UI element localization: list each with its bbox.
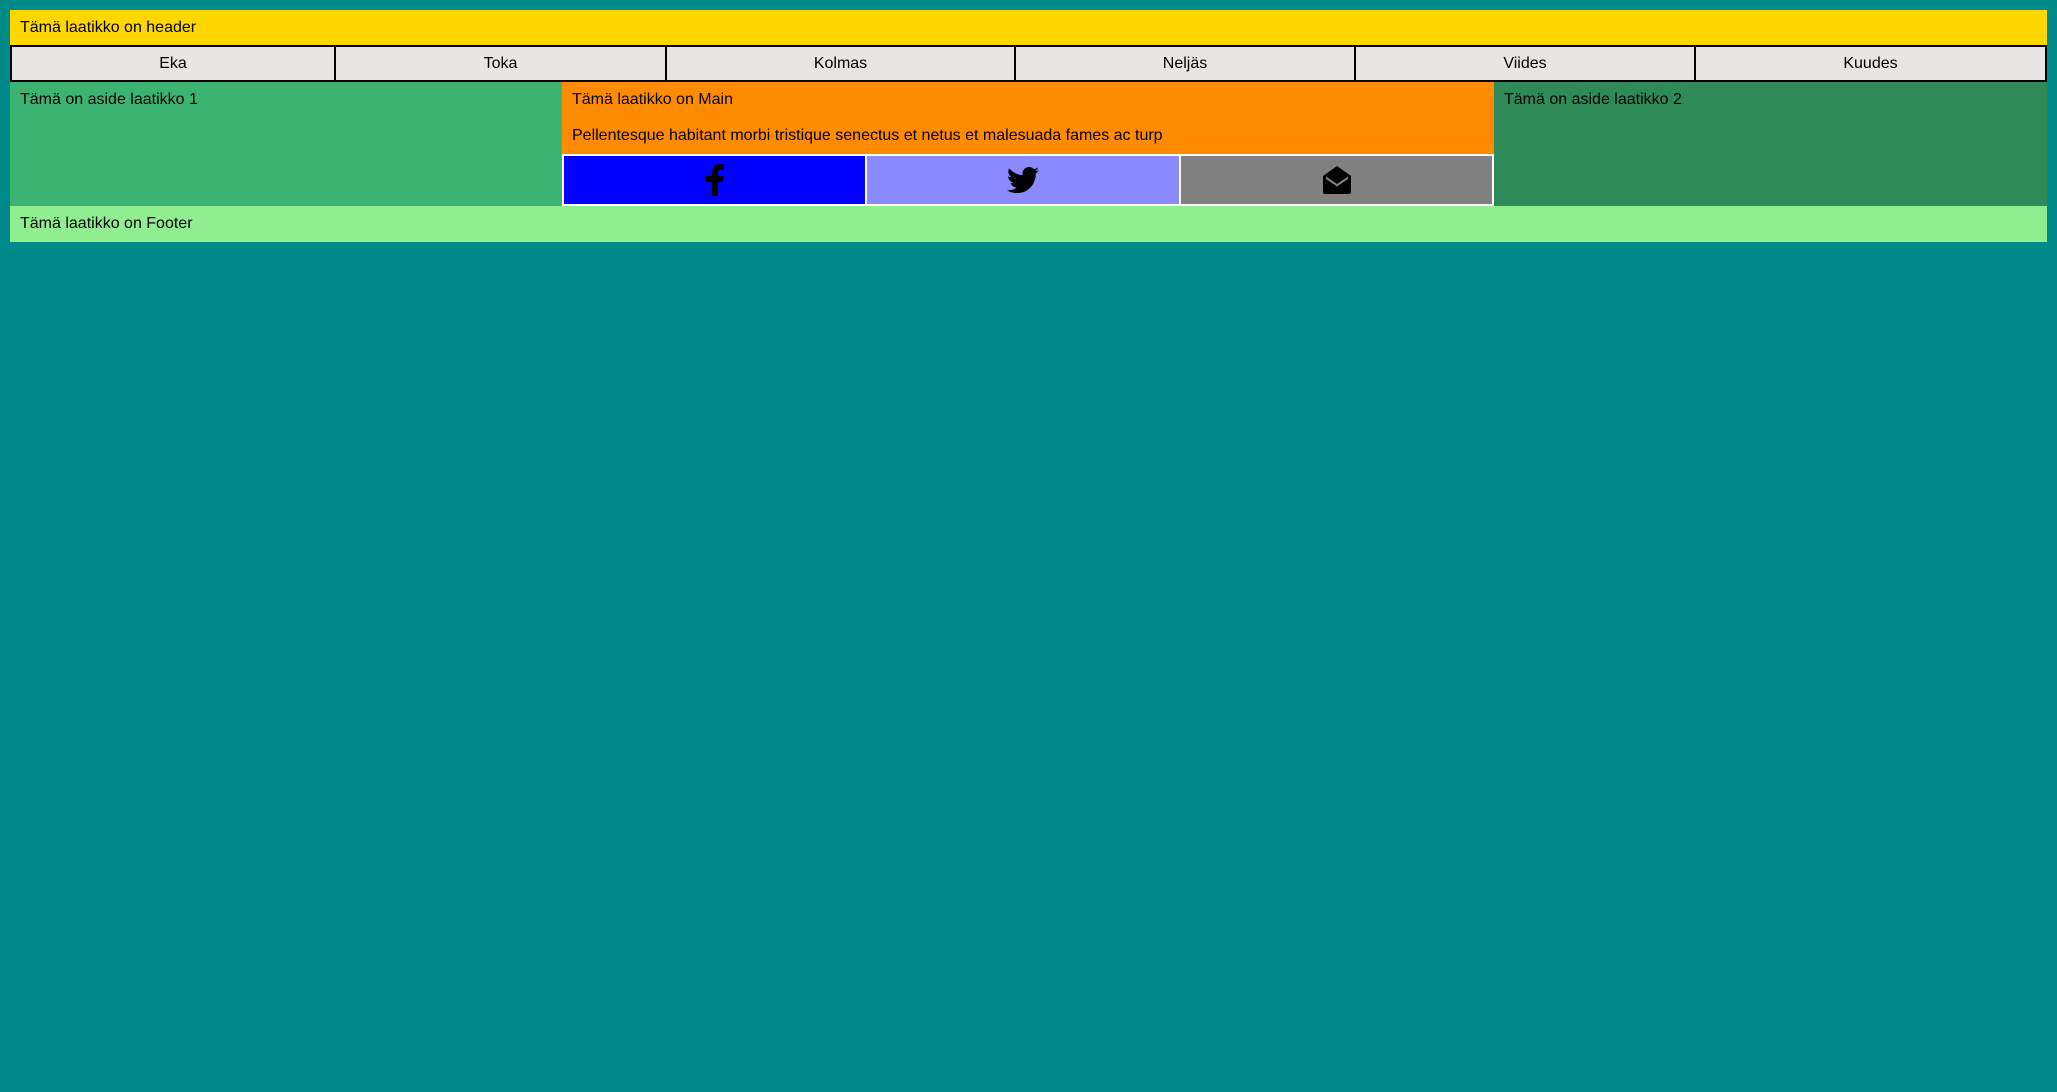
- twitter-button[interactable]: [866, 154, 1180, 206]
- nav-button-eka[interactable]: Eka: [10, 45, 335, 82]
- main-box: Tämä laatikko on Main Pellentesque habit…: [562, 82, 1494, 206]
- content-row: Tämä on aside laatikko 1 Tämä laatikko o…: [10, 82, 2047, 206]
- main-text-area: Tämä laatikko on Main Pellentesque habit…: [562, 82, 1494, 154]
- nav-button-kolmas[interactable]: Kolmas: [666, 45, 1015, 82]
- nav-bar: Eka Toka Kolmas Neljäs Viides Kuudes: [10, 45, 2047, 82]
- header-box: Tämä laatikko on header: [10, 10, 2047, 45]
- email-button[interactable]: [1180, 154, 1494, 206]
- envelope-open-icon: [1322, 165, 1352, 195]
- aside-box-2: Tämä on aside laatikko 2: [1494, 82, 2047, 206]
- main-title: Tämä laatikko on Main: [572, 91, 733, 108]
- page-container: Tämä laatikko on header Eka Toka Kolmas …: [10, 10, 2047, 242]
- social-buttons: [562, 154, 1494, 206]
- nav-button-toka[interactable]: Toka: [335, 45, 666, 82]
- facebook-icon: [705, 164, 724, 196]
- nav-button-kuudes[interactable]: Kuudes: [1695, 45, 2047, 82]
- nav-button-neljas[interactable]: Neljäs: [1015, 45, 1355, 82]
- twitter-icon: [1007, 167, 1039, 193]
- footer-box: Tämä laatikko on Footer: [10, 206, 2047, 242]
- nav-button-viides[interactable]: Viides: [1355, 45, 1695, 82]
- aside-box-1: Tämä on aside laatikko 1: [10, 82, 562, 206]
- main-paragraph: Pellentesque habitant morbi tristique se…: [572, 127, 1163, 144]
- facebook-button[interactable]: [562, 154, 866, 206]
